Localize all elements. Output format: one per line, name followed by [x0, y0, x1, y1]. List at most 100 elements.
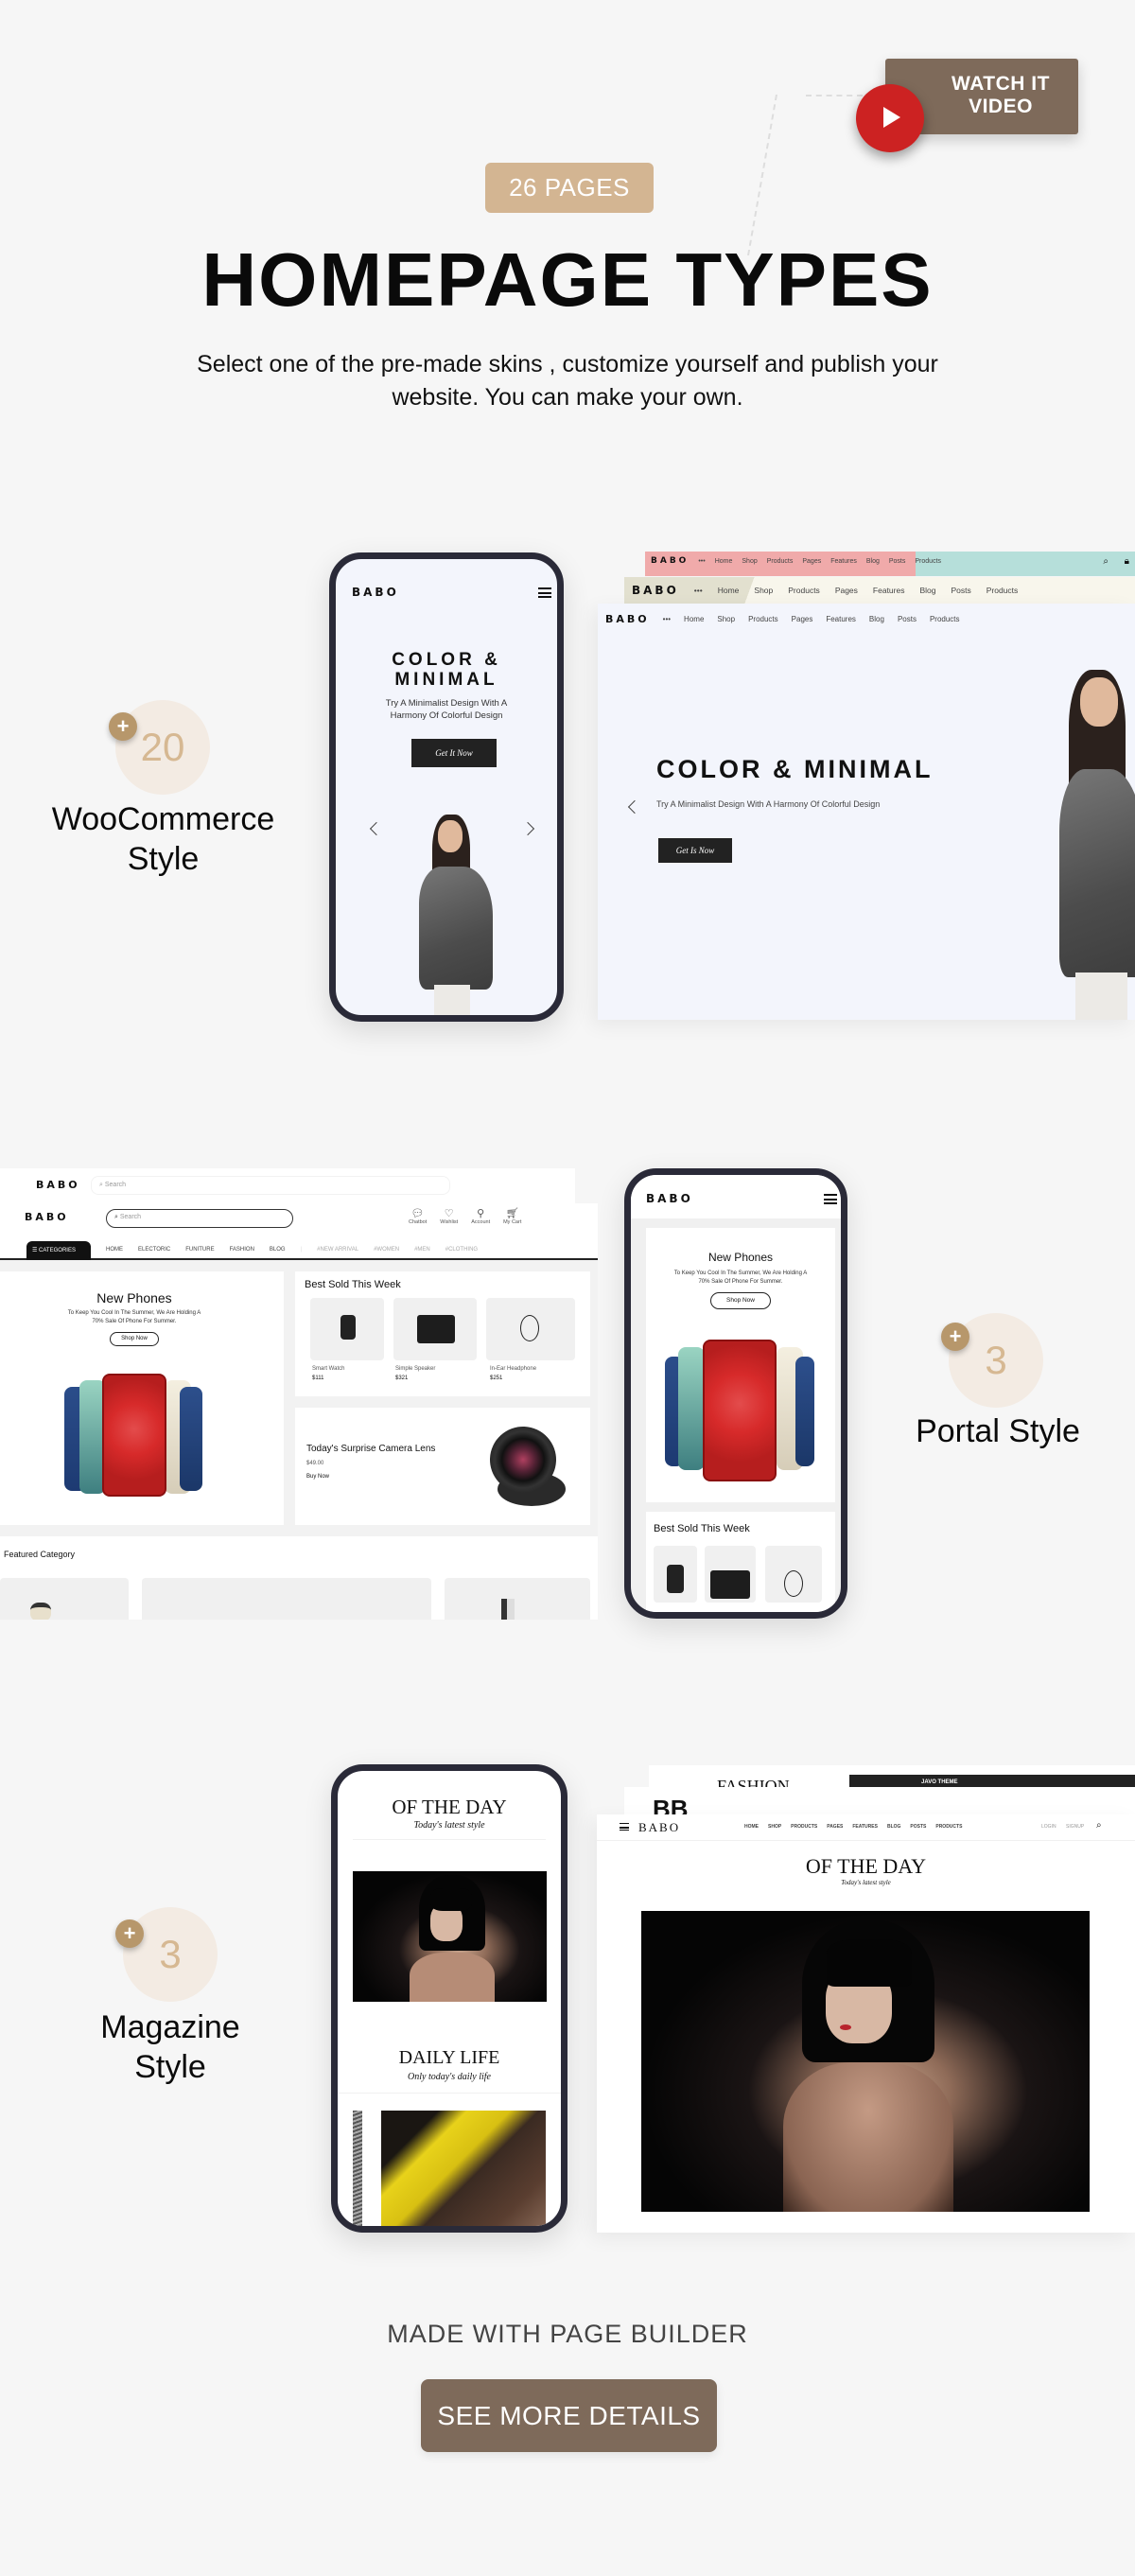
product-tile[interactable] — [705, 1546, 756, 1603]
get-it-now-button[interactable]: Get Is Now — [658, 838, 732, 863]
hamburger-menu-icon[interactable] — [824, 1194, 837, 1204]
nav-item[interactable]: Products — [930, 615, 960, 623]
cooker-image — [30, 1603, 51, 1620]
category-tile[interactable] — [142, 1578, 431, 1620]
nav-item: Features — [872, 586, 905, 595]
header: BABO HOME SHOP PRODUCTS PAGES FEATURES B… — [597, 1814, 1135, 1841]
nav-item[interactable]: Blog — [869, 615, 884, 623]
best-sold-card: Best Sold This Week — [646, 1512, 835, 1612]
nav-bar: BABO ••• Home Shop Products Pages Featur… — [632, 584, 1018, 597]
nav-bar: BABO ••• Home Shop Products Pages Featur… — [651, 556, 941, 566]
product-tile[interactable] — [310, 1298, 384, 1360]
promo-card: New Phones To Keep You Cool In The Summe… — [0, 1271, 284, 1525]
back-logo: BB — [653, 1800, 689, 1815]
section-title: Best Sold This Week — [305, 1279, 401, 1290]
search-icon: ⌕ — [1103, 556, 1109, 567]
shop-now-button[interactable]: Shop Now — [110, 1332, 159, 1346]
mobile-preview-woocommerce: BABO COLOR & MINIMAL Try A Minimalist De… — [329, 552, 564, 1022]
search-icon[interactable]: ⌕ — [1096, 1820, 1102, 1831]
nav-item[interactable]: Features — [826, 615, 856, 623]
shop-now-button[interactable]: Shop Now — [710, 1292, 771, 1309]
buy-now-link[interactable]: Buy Now — [306, 1474, 329, 1480]
woocommerce-style-label: WooCommerce Style — [28, 799, 298, 879]
desktop-preview-woocommerce: BABO ••• Home Shop Products Pages Featur… — [598, 604, 1135, 1020]
product-tile[interactable] — [393, 1298, 477, 1360]
nav-item[interactable]: PRODUCTS — [935, 1824, 962, 1830]
logo: BABO — [651, 556, 690, 566]
nav-item: Products — [788, 586, 820, 595]
categories-button[interactable]: ☰ CATEGORIES — [26, 1241, 91, 1260]
search-input[interactable]: ⌕ Search — [106, 1209, 293, 1228]
section-subtitle: Today's latest style — [413, 1820, 485, 1831]
hero-title: COLOR & MINIMAL — [656, 755, 934, 783]
desktop-preview-back: BABO ⌕ Search — [0, 1168, 575, 1206]
header: BABO ⌕ Search 💬︎ Chatbot ♡ Wishlist ⚲ Accou… — [0, 1203, 598, 1260]
headphone-image — [520, 1315, 539, 1341]
product-tile[interactable] — [486, 1298, 575, 1360]
get-it-now-button[interactable]: Get It Now — [411, 739, 497, 767]
chat-icon: 💬︎ — [410, 1208, 425, 1219]
nav-item[interactable]: SHOP — [768, 1824, 781, 1830]
desktop-preview-portal: BABO ⌕ Search 💬︎ Chatbot ♡ Wishlist ⚲ Accou… — [0, 1203, 598, 1620]
product-tile[interactable] — [654, 1546, 697, 1603]
chevron-right-icon[interactable] — [520, 821, 535, 836]
tag-link[interactable]: #NEW ARRIVAL — [317, 1247, 358, 1253]
chevron-left-icon[interactable] — [627, 799, 642, 815]
nav-item[interactable]: Pages — [792, 615, 813, 623]
wishlist-button[interactable]: ♡ Wishlist — [440, 1207, 458, 1225]
play-icon[interactable] — [856, 84, 924, 152]
nav-item[interactable]: Shop — [717, 615, 735, 623]
tag-link[interactable]: #MEN — [414, 1247, 430, 1253]
login-link[interactable]: LOGIN — [1041, 1824, 1056, 1830]
nav-item[interactable]: POSTS — [910, 1824, 926, 1830]
nav-item[interactable]: FUNITURE — [185, 1247, 214, 1253]
nav-item[interactable]: Posts — [898, 615, 917, 623]
more-icon: ••• — [662, 615, 672, 623]
signup-link[interactable]: SIGNUP — [1066, 1824, 1084, 1830]
nav-bar: HOME ELECTORIC FUNITURE FASHION BLOG | #… — [106, 1247, 478, 1253]
chatbot-button[interactable]: 💬︎ Chatbot — [409, 1207, 427, 1225]
cart-button[interactable]: 🛒︎ My Cart — [503, 1207, 521, 1225]
see-more-details-button[interactable]: SEE MORE DETAILS — [421, 2379, 717, 2452]
nav-item: Shop — [742, 557, 758, 565]
category-tile[interactable] — [0, 1578, 129, 1620]
category-tile[interactable] — [445, 1578, 590, 1620]
portal-style-label: Portal Style — [916, 1413, 1080, 1449]
nav-item[interactable]: HOME — [744, 1824, 759, 1830]
nav-item[interactable]: BLOG — [270, 1247, 286, 1253]
nav-item[interactable]: HOME — [106, 1247, 123, 1253]
nav-item[interactable]: Products — [748, 615, 778, 623]
best-sold-card: Best Sold This Week Smart Watch $111 Simp… — [295, 1271, 590, 1396]
promo-text: To Keep You Cool In The Summer, We Are H… — [67, 1310, 201, 1324]
fashion-image — [381, 2111, 546, 2226]
nav-item: Posts — [888, 557, 906, 565]
nav-item[interactable]: PRODUCTS — [791, 1824, 817, 1830]
hamburger-menu-icon[interactable] — [538, 587, 551, 598]
nav-item[interactable]: FEATURES — [852, 1824, 878, 1830]
nav-item[interactable]: Home — [684, 615, 704, 623]
nav-bar: HOME SHOP PRODUCTS PAGES FEATURES BLOG P… — [744, 1824, 962, 1830]
logo: BABO — [36, 1179, 80, 1191]
tag-link[interactable]: #WOMEN — [374, 1247, 399, 1253]
tag-link[interactable]: #CLOTHING — [445, 1247, 478, 1253]
header-icons: 💬︎ Chatbot ♡ Wishlist ⚲ Account 🛒︎ My Cart — [409, 1207, 521, 1225]
heart-icon: ♡ — [444, 1208, 454, 1219]
account-button[interactable]: ⚲ Account — [471, 1207, 490, 1225]
nav-item: Home — [714, 557, 733, 565]
mobile-preview-portal: BABO New Phones To Keep You Cool In The … — [624, 1168, 847, 1619]
nav-item: Products — [915, 557, 942, 565]
product-tile[interactable] — [765, 1546, 822, 1603]
header: BABO — [631, 1175, 841, 1218]
desktop-preview-back-pink: BABO ••• Home Shop Products Pages Featur… — [645, 552, 1135, 576]
nav-item[interactable]: PAGES — [827, 1824, 843, 1830]
hamburger-menu-icon[interactable] — [620, 1823, 629, 1831]
cart-icon: 🛒︎ — [505, 1208, 519, 1219]
chevron-left-icon[interactable] — [369, 821, 384, 836]
section-subtitle: Only today's daily life — [408, 2072, 491, 2082]
nav-item[interactable]: BLOG — [887, 1824, 900, 1830]
nav-item[interactable]: ELECTORIC — [138, 1247, 170, 1253]
nav-item: Pages — [802, 557, 822, 565]
section-title: OF THE DAY — [805, 1854, 927, 1878]
magazine-style-label: Magazine Style — [57, 2007, 284, 2087]
nav-item[interactable]: FASHION — [230, 1247, 254, 1253]
